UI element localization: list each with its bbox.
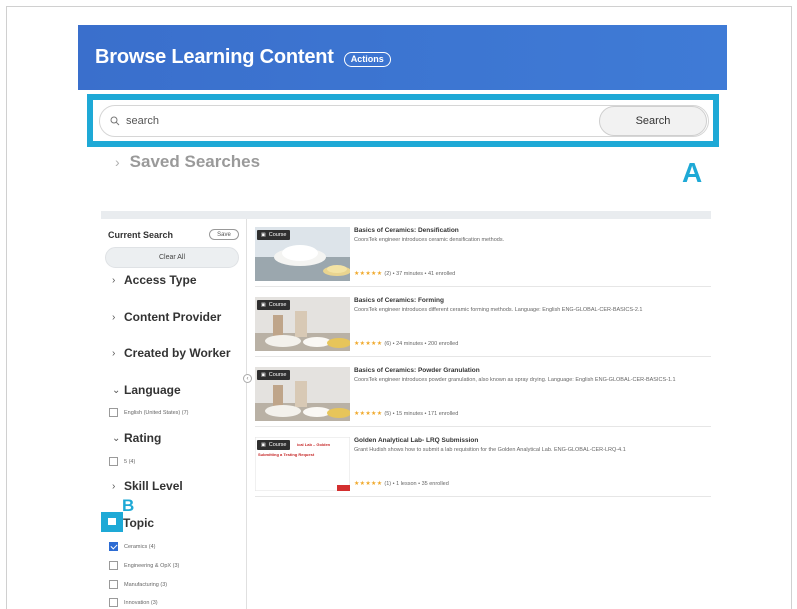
course-description: Grant Hudish shows how to submit a lab r… <box>354 447 626 453</box>
checkbox[interactable] <box>109 598 118 607</box>
search-input[interactable] <box>126 115 586 127</box>
course-description: CoorsTek engineer introduces ceramic den… <box>354 237 505 243</box>
course-type-badge: ▣ Course <box>257 370 291 380</box>
course-title[interactable]: Basics of Ceramics: Densification <box>354 227 459 234</box>
course-icon: ▣ <box>261 442 266 448</box>
search-highlight-a: Search <box>87 94 719 147</box>
chevron-right-icon: › <box>112 347 116 359</box>
course-stats: (1) • 1 lesson • 35 enrolled <box>384 480 449 487</box>
page-title: Browse Learning Content <box>95 46 334 68</box>
course-icon: ▣ <box>261 302 266 308</box>
saved-searches-label: Saved Searches <box>129 152 261 171</box>
chevron-down-icon: ⌄ <box>112 432 121 444</box>
star-rating-icon: ★★★★★ <box>354 271 383 277</box>
course-card[interactable]: ▣ Course Basics of Ceramics: Forming Coo… <box>255 295 711 357</box>
facet-rating[interactable]: ⌄ Rating <box>112 431 161 445</box>
facet-created-by-worker[interactable]: › Created by Worker <box>112 346 230 360</box>
chevron-right-icon: › <box>112 274 116 286</box>
sidebar-collapse-icon[interactable]: ‹ <box>243 374 252 383</box>
checkbox[interactable] <box>109 561 118 570</box>
topic-collapse-toggle-highlight-b[interactable] <box>101 512 123 532</box>
checkbox[interactable] <box>109 408 118 417</box>
star-rating-icon: ★★★★★ <box>354 341 383 347</box>
facet-language[interactable]: ⌄ Language <box>112 383 181 397</box>
facet-access-type[interactable]: › Access Type <box>112 273 197 287</box>
facet-content-provider[interactable]: › Content Provider <box>112 310 221 324</box>
clear-all-button[interactable]: Clear All <box>105 247 239 268</box>
annotation-label-a: A <box>682 157 703 188</box>
collapse-icon <box>108 518 116 525</box>
course-icon: ▣ <box>261 232 266 238</box>
course-thumbnail: ▣ Course <box>255 297 350 351</box>
topic-option[interactable]: Manufacturing (3) <box>109 580 167 589</box>
course-meta: ★★★★★ (1) • 1 lesson • 35 enrolled <box>354 480 449 488</box>
facet-label: Language <box>124 383 181 397</box>
option-label: English (United States) (7) <box>124 409 189 416</box>
actions-button[interactable]: Actions <box>343 51 391 67</box>
saved-searches-toggle[interactable]: › Saved Searches <box>115 152 260 172</box>
facet-skill-level[interactable]: › Skill Level <box>112 479 183 493</box>
course-thumbnail: ▣ Course <box>255 227 350 281</box>
facet-label: Content Provider <box>124 310 222 324</box>
course-title[interactable]: Golden Analytical Lab- LRQ Submission <box>354 437 478 444</box>
option-label: Innovation (3) <box>124 599 158 606</box>
option-label: 5 (4) <box>124 458 136 465</box>
option-label: Manufacturing (3) <box>124 581 168 588</box>
thumbnail-text: ical Lab – Golden <box>297 442 331 447</box>
option-label: Ceramics (4) <box>124 543 156 550</box>
checkbox[interactable] <box>109 580 118 589</box>
course-card[interactable]: ▣ Course Basics of Ceramics: Powder Gran… <box>255 365 711 427</box>
search-icon <box>108 114 122 128</box>
option-label: Engineering & OpX (3) <box>124 562 180 569</box>
topic-option[interactable]: Ceramics (4) <box>109 542 155 551</box>
topic-option[interactable]: Engineering & OpX (3) <box>109 561 179 570</box>
course-meta: ★★★★★ (2) • 37 minutes • 41 enrolled <box>354 270 456 278</box>
star-rating-icon: ★★★★★ <box>354 411 383 417</box>
course-type-badge: ▣ Course <box>257 300 291 310</box>
chevron-right-icon: › <box>112 480 116 492</box>
course-title[interactable]: Basics of Ceramics: Forming <box>354 297 444 304</box>
topic-option[interactable]: Innovation (3) <box>109 598 158 607</box>
language-option[interactable]: English (United States) (7) <box>109 408 189 417</box>
chevron-right-icon: › <box>115 154 120 170</box>
search-button[interactable]: Search <box>599 106 707 136</box>
section-divider <box>101 211 711 219</box>
facet-label: Created by Worker <box>124 346 231 360</box>
course-meta: ★★★★★ (5) • 15 minutes • 171 enrolled <box>354 410 459 418</box>
facet-label: Access Type <box>124 273 197 287</box>
course-card[interactable]: ▣ Course Basics of Ceramics: Densificati… <box>255 225 711 287</box>
chevron-down-icon: ⌄ <box>112 384 121 396</box>
checkbox-checked[interactable] <box>109 542 118 551</box>
chevron-right-icon: › <box>112 311 116 323</box>
thumbnail-text: Submitting a Testing Request <box>258 452 315 457</box>
page-header: Browse Learning Content Actions <box>78 25 727 90</box>
star-rating-icon: ★★★★★ <box>354 481 383 487</box>
course-card[interactable]: ▣ Course ical Lab – Golden Submitting a … <box>255 435 711 497</box>
course-thumbnail: ▣ Course <box>255 367 350 421</box>
course-type-badge: ▣ Course <box>257 230 291 240</box>
course-thumbnail: ▣ Course ical Lab – Golden Submitting a … <box>255 437 350 491</box>
course-stats: (5) • 15 minutes • 171 enrolled <box>384 410 459 417</box>
annotation-label-b: B <box>122 496 135 515</box>
course-stats: (6) • 24 minutes • 200 enrolled <box>384 340 459 347</box>
rating-option[interactable]: 5 (4) <box>109 457 135 466</box>
filter-sidebar: Current Search Save Clear All › Access T… <box>101 219 247 609</box>
course-description: CoorsTek engineer introduces different c… <box>354 307 643 313</box>
course-stats: (2) • 37 minutes • 41 enrolled <box>384 270 456 277</box>
facet-label: Rating <box>124 431 162 445</box>
course-meta: ★★★★★ (6) • 24 minutes • 200 enrolled <box>354 340 459 348</box>
checkbox[interactable] <box>109 457 118 466</box>
current-search-heading: Current Search <box>108 230 174 240</box>
course-title[interactable]: Basics of Ceramics: Powder Granulation <box>354 367 480 374</box>
facet-topic-label: Topic <box>123 516 155 530</box>
course-type-badge: ▣ Course <box>257 440 291 450</box>
course-description: CoorsTek engineer introduces powder gran… <box>354 377 676 383</box>
search-bar: Search <box>99 105 709 137</box>
course-icon: ▣ <box>261 372 266 378</box>
save-search-button[interactable]: Save <box>209 229 239 240</box>
facet-label: Skill Level <box>124 479 183 493</box>
